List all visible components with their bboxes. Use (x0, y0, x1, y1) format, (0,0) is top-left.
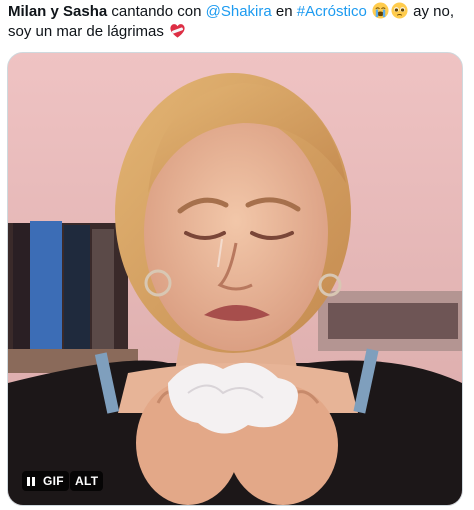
author-names[interactable]: Milan y Sasha (8, 3, 107, 20)
loudly-crying-face-icon (372, 2, 389, 19)
pause-icon[interactable] (27, 476, 35, 486)
gif-media[interactable]: GIF ALT (7, 52, 463, 506)
tweet-text-part-1: cantando con (107, 3, 206, 20)
tweet-card: Milan y Sasha cantando con @Shakira en #… (0, 0, 474, 510)
crying-woman-gif-image (8, 53, 462, 505)
tweet-text: Milan y Sasha cantando con @Shakira en #… (8, 2, 468, 42)
gif-label: GIF (43, 474, 64, 488)
gif-badge[interactable]: GIF (22, 471, 69, 491)
mention-link[interactable]: @Shakira (206, 3, 272, 20)
hashtag-link[interactable]: #Acróstico (297, 3, 367, 20)
tweet-text-part-2: en (271, 3, 297, 20)
pleading-face-icon (391, 2, 408, 19)
alt-text-button[interactable]: ALT (70, 471, 104, 491)
mending-heart-icon (170, 24, 185, 38)
